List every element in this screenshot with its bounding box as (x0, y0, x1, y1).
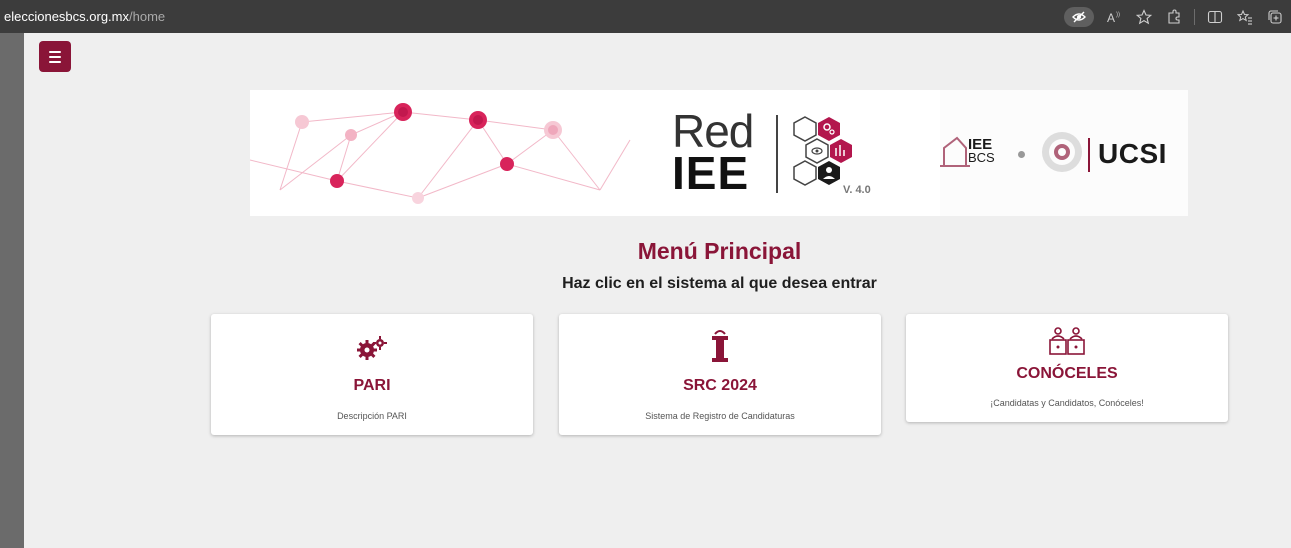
iee-bcs-logo: IEE BCS (942, 137, 995, 165)
svg-text:)): )) (1116, 12, 1120, 18)
svg-text:A: A (1107, 11, 1115, 24)
card-description: Descripción PARI (337, 411, 407, 421)
card-title: SRC 2024 (683, 377, 757, 394)
hamburger-menu-button[interactable] (39, 41, 71, 72)
read-aloud-icon[interactable]: A)) (1104, 7, 1124, 27)
card-conoceles[interactable]: CONÓCELES ¡Candidatas y Candidatos, Conó… (906, 314, 1228, 422)
logo-divider (776, 115, 778, 193)
iee-bcs-bottom: BCS (968, 150, 995, 165)
toolbar-divider (1194, 9, 1195, 25)
iee-wordmark: IEE (672, 147, 750, 199)
podium-icon (559, 328, 881, 364)
card-description: ¡Candidatas y Candidatos, Conóceles! (990, 398, 1144, 408)
menu-bar-icon (49, 55, 61, 58)
candidates-icon (906, 326, 1228, 356)
page-subtitle: Haz clic en el sistema al que desea entr… (562, 275, 877, 292)
ucsi-logo-text: UCSI (1098, 138, 1167, 169)
browser-actions: A)) (1064, 6, 1285, 28)
card-title: CONÓCELES (1016, 365, 1118, 382)
menu-bar-icon (49, 50, 61, 53)
card-title: PARI (353, 377, 391, 394)
ucsi-divider (1088, 138, 1090, 172)
url-path: /home (129, 9, 166, 24)
split-screen-icon[interactable] (1205, 7, 1225, 27)
version-label: V. 4.0 (843, 184, 871, 196)
url-host: eleccionesbcs.org.mx (4, 9, 129, 24)
card-pari[interactable]: PARI Descripción PARI (211, 314, 533, 435)
address-url[interactable]: eleccionesbcs.org.mx/home (4, 9, 165, 24)
card-description: Sistema de Registro de Candidaturas (645, 411, 795, 421)
extensions-icon[interactable] (1164, 7, 1184, 27)
collections-icon[interactable] (1265, 7, 1285, 27)
menu-bar-icon (49, 60, 61, 63)
card-src-2024[interactable]: SRC 2024 Sistema de Registro de Candidat… (559, 314, 881, 435)
browser-address-bar: eleccionesbcs.org.mx/home A)) (0, 0, 1291, 33)
favorite-star-icon[interactable] (1134, 7, 1154, 27)
header-banner: Red IEE V. 4.0 IEE BCS UCSI (250, 90, 1188, 216)
page-title: Menú Principal (637, 238, 802, 264)
favorites-list-icon[interactable] (1235, 7, 1255, 27)
gears-icon (211, 334, 533, 364)
tracking-prevention-icon[interactable] (1064, 7, 1094, 27)
logo-separator-dot (1018, 151, 1025, 158)
